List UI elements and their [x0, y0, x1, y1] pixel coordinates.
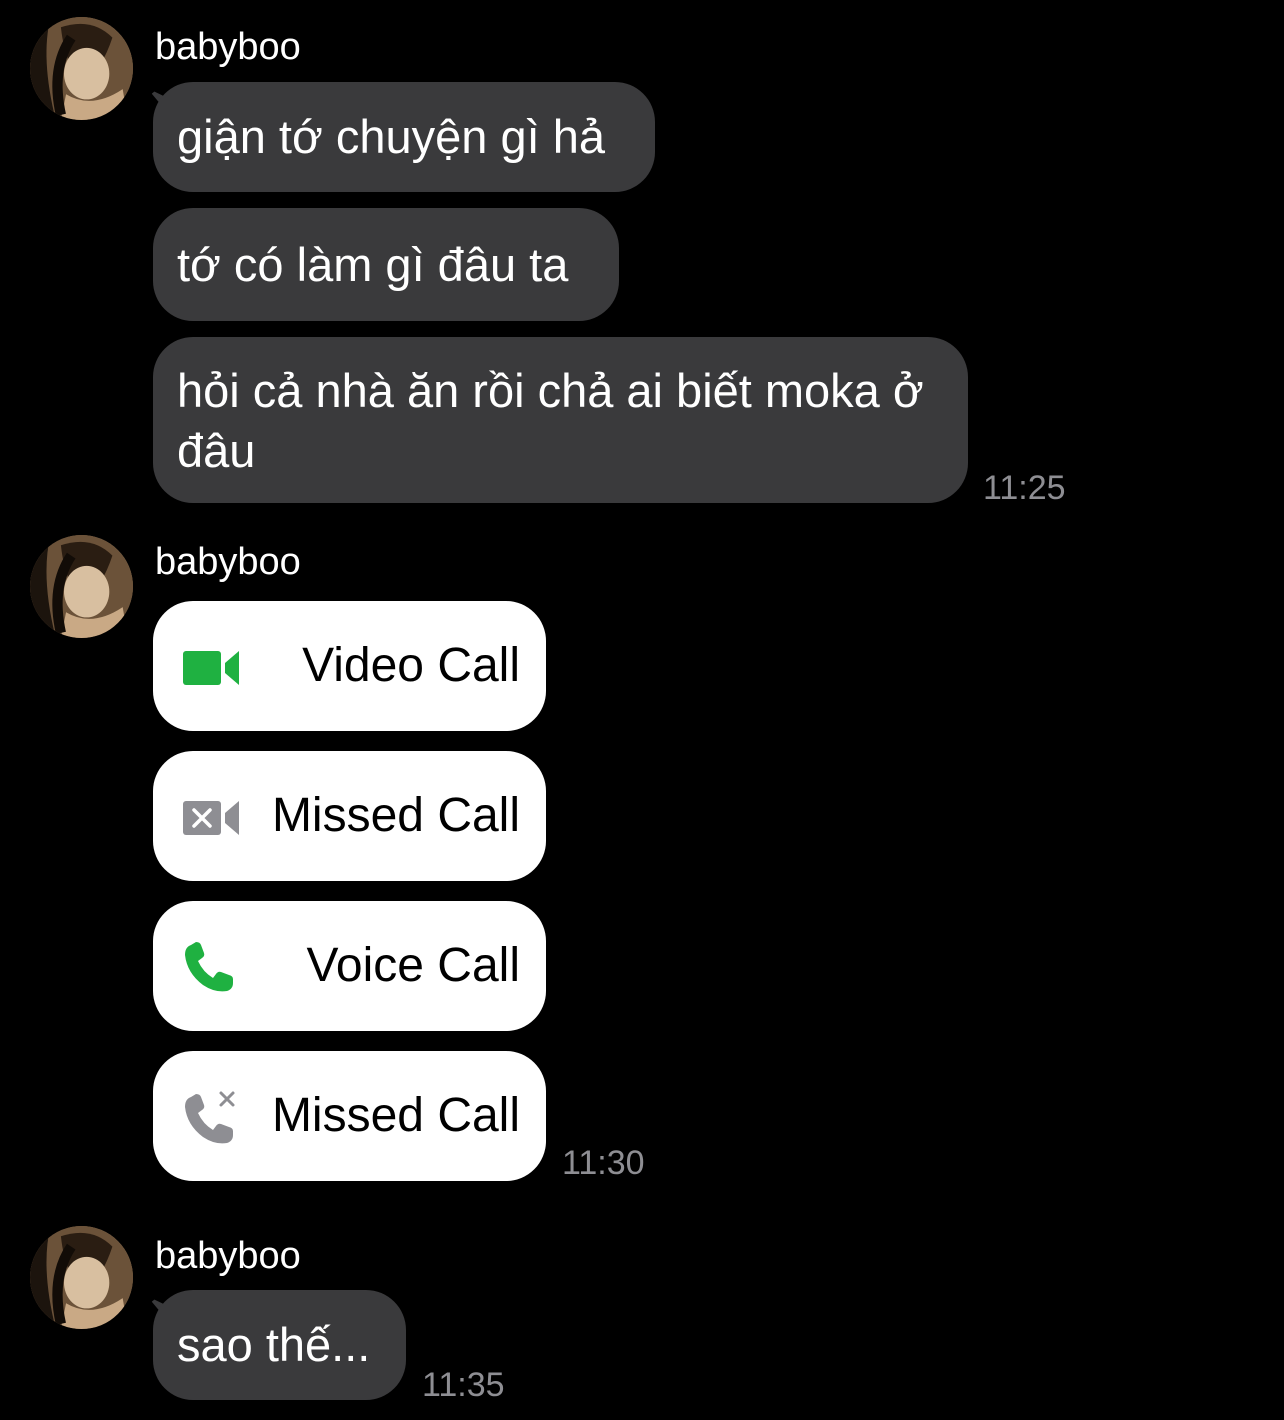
- message-text: tớ có làm gì đâu ta: [177, 238, 569, 291]
- video-call-bubble[interactable]: Video Call: [153, 601, 546, 731]
- voice-call-bubble[interactable]: Voice Call: [153, 901, 546, 1031]
- avatar-photo: [30, 1226, 133, 1329]
- message-bubble[interactable]: tớ có làm gì đâu ta: [153, 208, 619, 321]
- call-label: Video Call: [302, 639, 520, 692]
- video-camera-icon: [181, 639, 245, 695]
- missed-video-call-bubble[interactable]: Missed Call: [153, 751, 546, 881]
- missed-voice-call-bubble[interactable]: Missed Call: [153, 1051, 546, 1181]
- avatar-photo: [30, 17, 133, 120]
- sender-name: babyboo: [155, 26, 301, 68]
- message-timestamp: 11:35: [422, 1366, 505, 1404]
- call-label: Missed Call: [271, 789, 520, 842]
- sender-avatar[interactable]: [30, 17, 133, 120]
- message-text: hỏi cả nhà ăn rồi chả ai biết moka ở đâu: [177, 364, 924, 477]
- avatar-photo: [30, 535, 133, 638]
- phone-icon: [181, 939, 245, 995]
- message-timestamp: 11:30: [562, 1144, 645, 1182]
- message-timestamp: 11:25: [983, 469, 1066, 507]
- sender-name: babyboo: [155, 1235, 301, 1277]
- message-bubble[interactable]: hỏi cả nhà ăn rồi chả ai biết moka ở đâu: [153, 337, 968, 503]
- missed-phone-icon: [181, 1089, 245, 1145]
- sender-avatar[interactable]: [30, 1226, 133, 1329]
- call-label: Missed Call: [271, 1089, 520, 1142]
- call-label: Voice Call: [306, 939, 520, 992]
- missed-video-icon: [181, 789, 245, 845]
- message-text: giận tớ chuyện gì hả: [177, 110, 606, 163]
- message-bubble[interactable]: sao thế...: [153, 1290, 406, 1400]
- sender-name: babyboo: [155, 541, 301, 583]
- sender-avatar[interactable]: [30, 535, 133, 638]
- message-text: sao thế...: [177, 1318, 371, 1371]
- message-bubble[interactable]: giận tớ chuyện gì hả: [153, 82, 655, 192]
